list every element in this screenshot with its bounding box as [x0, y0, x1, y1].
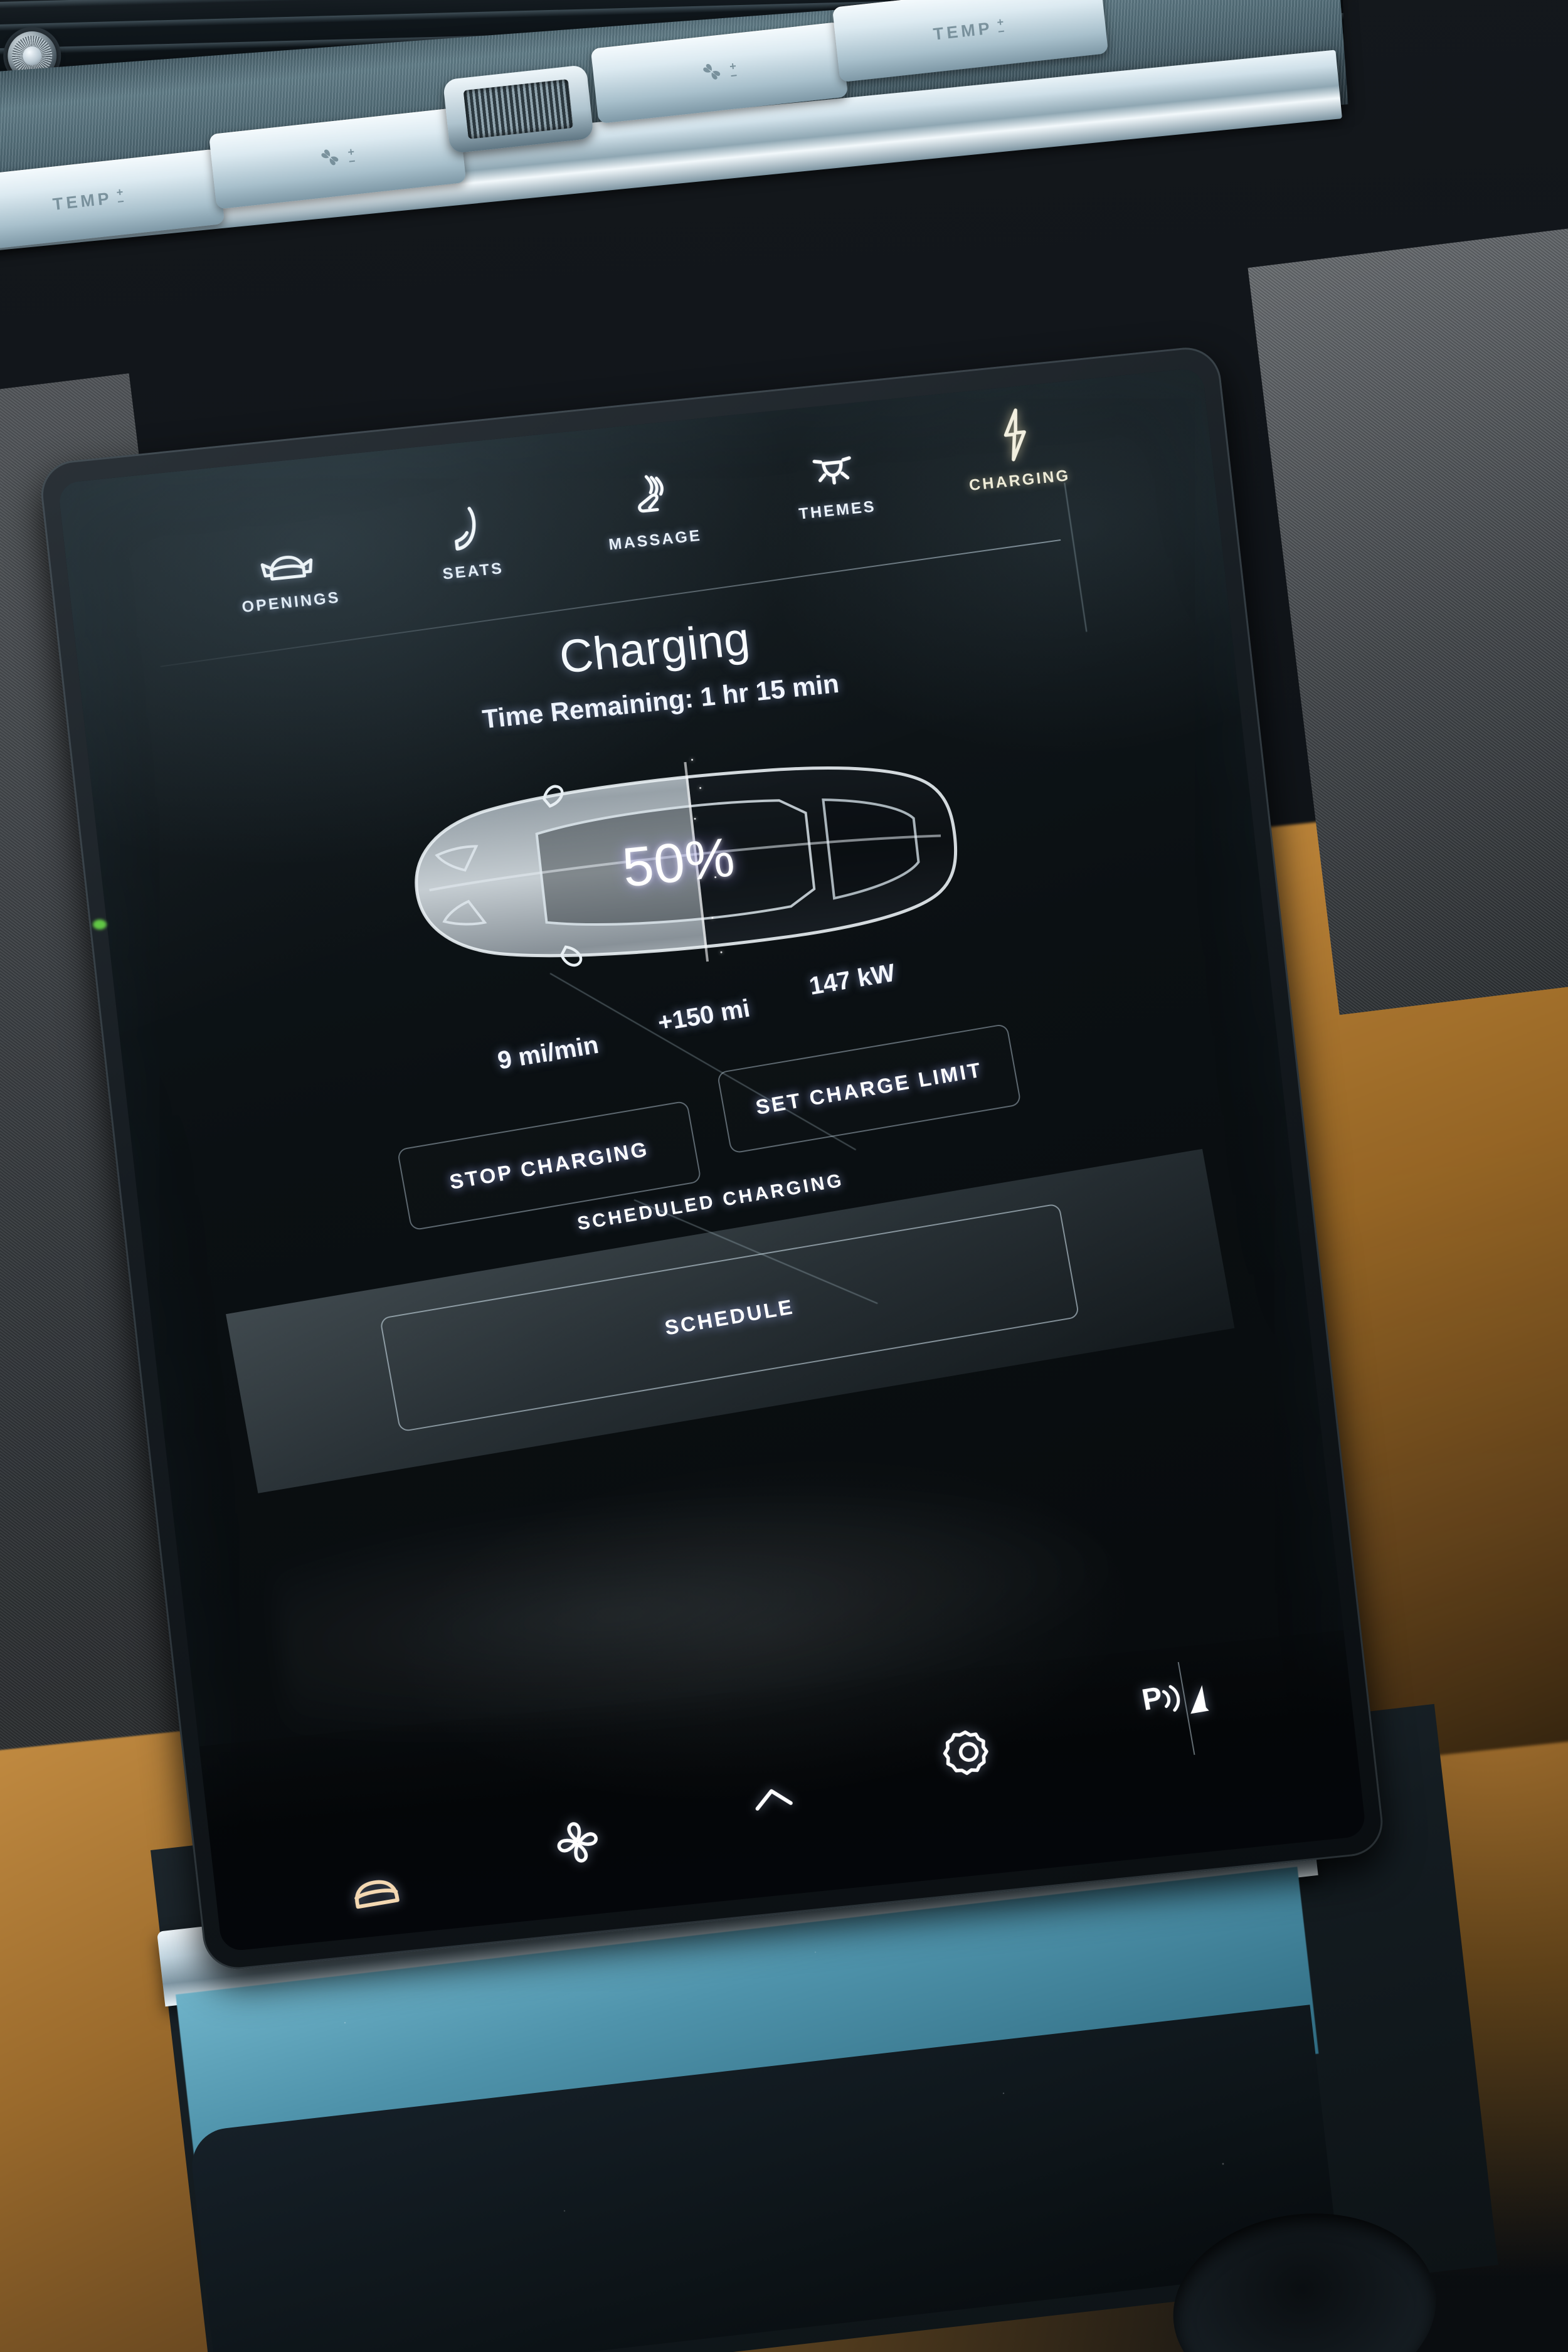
plus-minus-icon: + − — [729, 59, 741, 83]
gear-icon — [938, 1721, 1000, 1785]
toolbar-fan-button[interactable] — [548, 1813, 607, 1874]
car-openings-icon — [254, 523, 318, 586]
hazard-grille-icon — [463, 79, 574, 139]
seat-icon — [445, 493, 490, 554]
fan-icon — [315, 142, 345, 176]
center-touchscreen-bezel: OPENINGS SEATS MASSAGE THEMES CHARGING C… — [38, 344, 1387, 1973]
tab-label: SEATS — [442, 559, 505, 583]
tab-label: MASSAGE — [608, 526, 703, 554]
stop-charging-label: STOP CHARGING — [447, 1136, 651, 1194]
page-title: Charging — [556, 612, 753, 684]
temp-right-label: TEMP — [932, 18, 994, 44]
tab-openings[interactable]: OPENINGS — [211, 519, 364, 618]
center-touchscreen[interactable]: OPENINGS SEATS MASSAGE THEMES CHARGING C… — [57, 367, 1367, 1952]
tab-label: OPENINGS — [241, 588, 342, 617]
chevron-up-icon — [747, 1779, 799, 1821]
schedule-button[interactable]: SCHEDULE — [379, 1202, 1080, 1433]
fan-icon — [548, 1813, 607, 1874]
lightning-bolt-icon — [993, 403, 1035, 464]
fan-icon — [697, 57, 727, 90]
toolbar-vehicle-button[interactable] — [342, 1866, 409, 1917]
temp-right-button[interactable]: TEMP + − — [832, 0, 1109, 83]
tab-label: CHARGING — [968, 466, 1071, 494]
set-charge-limit-label: SET CHARGE LIMIT — [753, 1057, 985, 1119]
tab-massage[interactable]: MASSAGE — [575, 457, 728, 556]
plus-minus-icon: + − — [347, 144, 359, 168]
svg-text:P: P — [1139, 1681, 1165, 1717]
temp-left-label: TEMP — [51, 188, 114, 214]
schedule-label: SCHEDULE — [662, 1295, 797, 1340]
charging-panel: Charging Time Remaining: 1 hr 15 min 50%… — [78, 554, 1313, 1493]
tab-themes[interactable]: THEMES — [757, 427, 910, 527]
battery-percent-label: 50% — [619, 825, 738, 899]
charge-rate-value: 9 mi/min — [495, 1030, 601, 1075]
plus-minus-icon: + − — [115, 185, 128, 208]
toolbar-settings-button[interactable] — [938, 1721, 1000, 1785]
range-added-value: +150 mi — [655, 994, 753, 1037]
toolbar-expand-button[interactable] — [747, 1779, 799, 1821]
massage-hand-icon — [626, 462, 674, 524]
tab-seats[interactable]: SEATS — [393, 488, 546, 588]
status-led — [93, 919, 107, 930]
ambient-light-icon — [805, 432, 859, 494]
plus-minus-icon: + − — [996, 14, 1009, 38]
tab-charging[interactable]: CHARGING — [940, 397, 1093, 497]
tab-label: THEMES — [798, 497, 877, 523]
vehicle-icon — [342, 1866, 409, 1917]
screenshot-root: TEMP + − + − + − TEMP + − OPENINGS SEATS… — [0, 0, 1568, 2352]
set-charge-limit-button[interactable]: SET CHARGE LIMIT — [716, 1023, 1022, 1154]
hazard-button[interactable] — [442, 64, 595, 154]
